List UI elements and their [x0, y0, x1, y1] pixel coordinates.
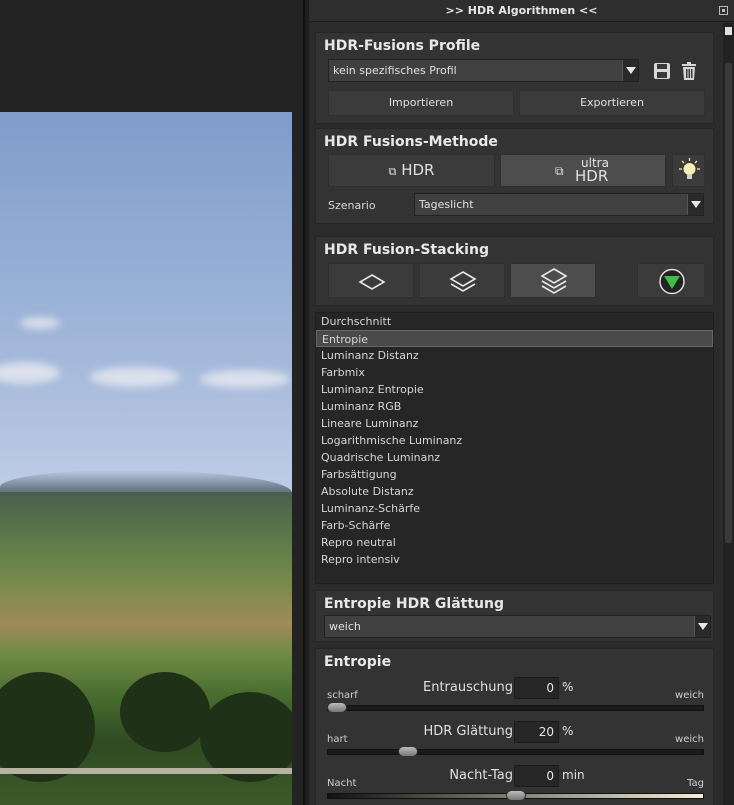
pin-icon[interactable] [719, 6, 728, 15]
tree-shape [120, 672, 210, 752]
slider-min-label: hart [327, 734, 348, 745]
slider-max-label: weich [675, 690, 704, 701]
list-item[interactable]: Farbmix [316, 364, 713, 381]
slider-knob[interactable] [505, 790, 526, 801]
list-item[interactable]: Quadrische Luminanz [316, 449, 713, 466]
entropie-section: Entropie scharf Entrauschung 0 % weich h… [315, 648, 714, 805]
list-item[interactable]: Luminanz Entropie [316, 381, 713, 398]
chevron-down-icon[interactable] [687, 194, 703, 215]
fusion-stacking-section: HDR Fusion-Stacking [315, 236, 714, 306]
slider-hdr-glaettung: hart HDR Glättung 20 % weich [316, 720, 715, 764]
slider-name: Entrauschung [423, 680, 513, 695]
fusion-method-section: HDR Fusions-Methode ⧉ HDR ⧉ ultra HDR Sz… [315, 128, 714, 224]
lightbulb-icon [679, 158, 700, 179]
layers-icon [449, 271, 477, 292]
list-item[interactable]: Luminanz RGB [316, 398, 713, 415]
slider-value-input[interactable]: 0 [514, 765, 559, 787]
scrollbar-thumb[interactable] [725, 63, 732, 543]
layer-icon [358, 274, 386, 290]
profile-title: HDR-Fusions Profile [324, 38, 481, 54]
fusion-stacking-title: HDR Fusion-Stacking [324, 242, 489, 258]
slider-nacht-tag: Nacht Nacht-Tag 0 min Tag [316, 764, 715, 805]
vertical-scrollbar[interactable] [723, 23, 734, 805]
scenario-select[interactable]: Tageslicht [414, 193, 704, 216]
stack-two-layers-button[interactable] [419, 263, 505, 298]
smoothing-section: Entropie HDR Glättung weich [315, 590, 714, 642]
green-down-arrow-icon [659, 268, 685, 295]
cloud-shape [200, 370, 290, 388]
smoothing-title: Entropie HDR Glättung [324, 596, 505, 612]
slider-knob[interactable] [327, 702, 347, 713]
slider-unit: % [562, 680, 574, 694]
profile-select-value: kein spezifisches Profil [333, 64, 457, 77]
layers-small-icon: ⧉ [388, 165, 397, 178]
slider-track[interactable] [327, 705, 704, 711]
fusion-method-title: HDR Fusions-Methode [324, 134, 498, 150]
stack-one-layer-button[interactable] [328, 263, 414, 298]
slider-max-label: weich [675, 734, 704, 745]
panel-title: >> HDR Algorithmen << [445, 4, 598, 17]
smoothing-select-value: weich [329, 620, 361, 633]
list-item[interactable]: Luminanz Distanz [316, 347, 713, 364]
stack-icon [540, 268, 568, 294]
slider-name: Nacht-Tag [449, 768, 513, 783]
slider-unit: min [562, 768, 585, 782]
slider-value-input[interactable]: 0 [514, 677, 559, 699]
stacking-method-list[interactable]: Durchschnitt Entropie Luminanz Distanz F… [315, 312, 714, 584]
import-button[interactable]: Importieren [328, 90, 514, 116]
ultra-hdr-method-button[interactable]: ⧉ ultra HDR [500, 154, 666, 187]
hdr-algorithms-panel: >> HDR Algorithmen << HDR-Fusions Profil… [309, 0, 734, 805]
chevron-down-icon[interactable] [622, 60, 638, 81]
chevron-down-icon[interactable] [694, 616, 710, 637]
slider-knob[interactable] [398, 746, 419, 757]
landscape-photo[interactable] [0, 112, 292, 805]
save-icon[interactable] [651, 60, 673, 82]
list-item[interactable]: Repro intensiv [316, 551, 713, 568]
entropie-title: Entropie [324, 654, 392, 670]
panel-header: >> HDR Algorithmen << [309, 0, 734, 22]
list-item[interactable]: Logarithmische Luminanz [316, 432, 713, 449]
slider-unit: % [562, 724, 574, 738]
list-item[interactable]: Farb-Schärfe [316, 517, 713, 534]
export-button[interactable]: Exportieren [519, 90, 705, 116]
layers-small-icon: ⧉ [555, 164, 564, 178]
slider-min-label: Nacht [327, 778, 357, 789]
hdr-method-label: HDR [401, 161, 435, 179]
cloud-shape [20, 317, 60, 329]
stack-three-layers-button[interactable] [510, 263, 596, 298]
slider-max-label: Tag [687, 778, 704, 789]
list-item[interactable]: Durchschnitt [316, 313, 713, 330]
trash-icon[interactable] [678, 60, 700, 82]
slider-entrauschung: scharf Entrauschung 0 % weich [316, 676, 715, 720]
scenario-select-value: Tageslicht [419, 198, 474, 211]
list-item[interactable]: Repro neutral [316, 534, 713, 551]
ultra-hdr-big-label: HDR [575, 167, 609, 185]
list-item[interactable]: Absolute Distanz [316, 483, 713, 500]
hdr-method-button[interactable]: ⧉ HDR [328, 154, 495, 187]
smoothing-select[interactable]: weich [324, 615, 711, 638]
cloud-shape [90, 367, 180, 387]
profile-section: HDR-Fusions Profile kein spezifisches Pr… [315, 32, 714, 124]
slider-min-label: scharf [327, 690, 358, 701]
list-item[interactable]: Luminanz-Schärfe [316, 500, 713, 517]
road-shape [0, 768, 292, 774]
scenario-label: Szenario [328, 199, 376, 212]
slider-value-input[interactable]: 20 [514, 721, 559, 743]
image-viewport [0, 0, 305, 805]
profile-select[interactable]: kein spezifisches Profil [328, 59, 639, 82]
list-item-selected[interactable]: Entropie [316, 330, 713, 347]
list-item[interactable]: Lineare Luminanz [316, 415, 713, 432]
list-item[interactable]: Farbsättigung [316, 466, 713, 483]
slider-track[interactable] [327, 749, 704, 755]
cloud-shape [0, 362, 60, 384]
slider-name: HDR Glättung [423, 724, 513, 739]
scroll-up-icon[interactable] [725, 27, 732, 35]
stacking-options-button[interactable] [637, 263, 705, 298]
panel-divider[interactable] [303, 0, 305, 805]
lightbulb-button[interactable] [672, 154, 705, 187]
